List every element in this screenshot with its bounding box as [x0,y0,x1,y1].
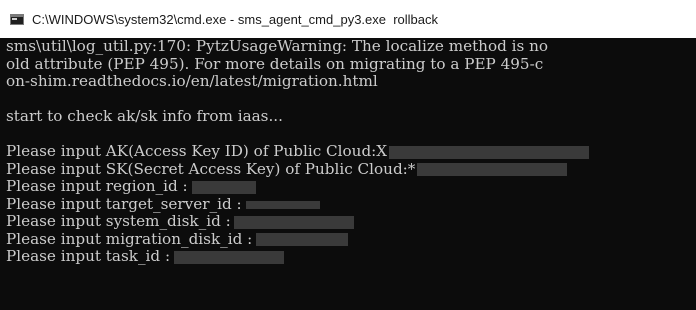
console-line-check: start to check ak/sk info from iaas... [6,107,283,125]
console-line-warning-3: on-shim.readthedocs.io/en/latest/migrati… [6,72,378,90]
console-output[interactable]: sms\util\log_util.py:170: PytzUsageWarni… [0,38,696,310]
prompt-system-disk-id: Please input system_disk_id : [6,212,696,231]
prompt-region-id: Please input region_id : [6,177,696,196]
redacted-sk-value [417,163,568,176]
window-title: C:\WINDOWS\system32\cmd.exe - sms_agent_… [32,11,439,27]
redacted-target-server-id-value [245,200,320,209]
prompt-task-id: Please input task_id : [6,247,696,266]
prompt-target-server-id: Please input target_server_id : [6,195,696,214]
redacted-task-id-value [174,250,285,264]
console-line-warning-1: sms\util\log_util.py:170: PytzUsageWarni… [6,38,549,55]
console-line-warning-2: old attribute (PEP 495). For more detail… [6,54,544,73]
cmd-icon[interactable] [10,13,24,25]
title-bar[interactable]: C:\WINDOWS\system32\cmd.exe - sms_agent_… [0,0,696,38]
redacted-region-id-value [191,180,256,194]
prompt-sk: Please input SK(Secret Access Key) of Pu… [6,160,696,179]
redacted-ak-value [389,145,590,159]
prompt-ak: Please input AK(Access Key ID) of Public… [6,142,696,161]
redacted-migration-disk-id-value [256,233,349,246]
prompt-migration-disk-id: Please input migration_disk_id : [6,230,696,249]
redacted-system-disk-id-value [233,215,354,229]
